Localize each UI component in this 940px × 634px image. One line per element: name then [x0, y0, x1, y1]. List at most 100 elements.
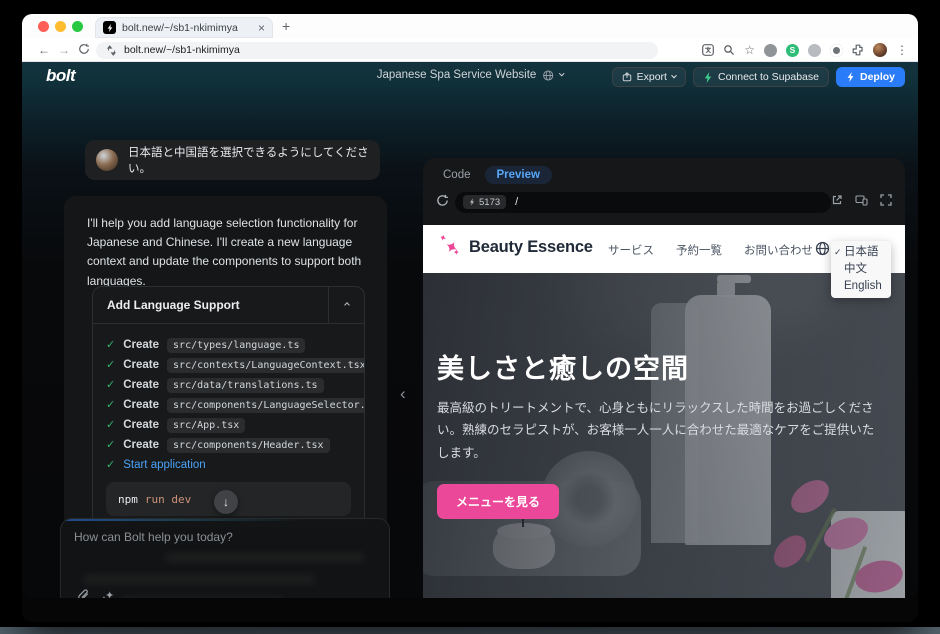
check-icon: ✓ [106, 400, 115, 411]
preview-panel: Code Preview 5173 / [423, 158, 905, 598]
bolt-logo[interactable]: bolt [46, 66, 75, 86]
settings-extension-icon[interactable] [830, 44, 843, 57]
step-row: ✓ Create src/components/LanguageSelector… [106, 395, 351, 415]
bolt-app: bolt Japanese Spa Service Website Export [22, 62, 918, 598]
bookmark-star-icon[interactable]: ☆ [744, 43, 755, 57]
desktop-wallpaper-edge [0, 627, 940, 634]
back-icon[interactable]: ← [38, 42, 50, 58]
project-title: Japanese Spa Service Website [377, 69, 537, 81]
zoom-icon[interactable] [723, 44, 735, 56]
start-application-link[interactable]: Start application [123, 459, 205, 471]
tab-close-icon[interactable]: × [258, 22, 265, 34]
device-toggle-icon[interactable] [855, 194, 868, 206]
site-nav-link[interactable]: サービス [608, 242, 654, 258]
tab-preview[interactable]: Preview [485, 166, 552, 184]
attach-link-icon[interactable] [76, 589, 90, 598]
step-action: Create [123, 339, 159, 351]
connect-supabase-button[interactable]: Connect to Supabase [693, 67, 829, 87]
collapse-panel-chevron[interactable]: ‹ [400, 384, 406, 404]
address-bar[interactable]: bolt.new/~/sb1-nkimimya [96, 42, 658, 59]
preview-path: / [515, 196, 518, 208]
reload-icon[interactable] [78, 43, 90, 55]
blurred-content [165, 553, 365, 562]
browser-tab[interactable]: bolt.new/~/sb1-nkimimya × [95, 17, 273, 38]
traffic-light-zoom[interactable] [72, 21, 83, 32]
brand-name: Beauty Essence [469, 238, 593, 257]
traffic-light-close[interactable] [38, 21, 49, 32]
extension-icon[interactable] [764, 44, 777, 57]
step-row: ✓ Create src/types/language.ts [106, 335, 351, 355]
step-file-chip[interactable]: src/App.tsx [167, 418, 245, 433]
open-external-icon[interactable] [831, 194, 843, 206]
step-action: Create [123, 399, 159, 411]
step-action: Create [123, 379, 159, 391]
language-label: 中文 [844, 263, 867, 275]
site-header: ✦ ✦ ✦ Beauty Essence サービス 予約一覧 お問い合わせ [423, 225, 905, 273]
project-title-row[interactable]: Japanese Spa Service Website [377, 69, 564, 81]
language-globe-icon[interactable] [815, 241, 830, 256]
step-file-chip[interactable]: src/types/language.ts [167, 338, 305, 353]
translate-icon[interactable] [702, 44, 714, 56]
deploy-button[interactable]: Deploy [836, 67, 905, 87]
step-file-chip[interactable]: src/components/LanguageSelector.tsx [167, 398, 365, 413]
brand-sparkle-icon: ✦ ✦ ✦ [441, 236, 465, 260]
step-row: ✓ Create src/data/translations.ts [106, 375, 351, 395]
browser-window: bolt.new/~/sb1-nkimimya × + ← → bolt.new… [22, 14, 918, 622]
extension-icon[interactable] [808, 44, 821, 57]
toolbar-icons: ☆ S ⋮ [702, 41, 908, 59]
browser-profile-avatar[interactable] [873, 43, 887, 57]
step-action: Create [123, 419, 159, 431]
export-button[interactable]: Export [612, 67, 686, 87]
scroll-to-bottom-button[interactable]: ↓ [214, 490, 238, 514]
supabase-extension-icon[interactable]: S [786, 44, 799, 57]
chat-input-card: ✦ ✦ [60, 518, 390, 598]
forward-icon[interactable]: → [58, 42, 70, 58]
check-icon: ✓ [106, 420, 115, 431]
check-icon: ✓ [106, 460, 115, 471]
new-tab-button[interactable]: + [282, 18, 290, 34]
globe-icon [542, 70, 553, 81]
assistant-message-text: I'll help you add language selection fun… [87, 214, 375, 291]
check-icon: ✓ [106, 340, 115, 351]
step-file-chip[interactable]: src/contexts/LanguageContext.tsx [167, 358, 365, 373]
site-nav-link[interactable]: お問い合わせ [744, 242, 813, 258]
hero-description: 最高級のトリートメントで、心身ともにリラックスした時間をお過ごしください。熟練の… [437, 397, 885, 464]
site-settings-icon[interactable] [106, 45, 117, 56]
connect-supabase-label: Connect to Supabase [718, 71, 819, 83]
task-card-header[interactable]: Add Language Support [93, 287, 364, 323]
tab-code[interactable]: Code [437, 169, 477, 181]
port-number: 5173 [479, 197, 500, 208]
blurred-content [83, 575, 315, 584]
tab-title: bolt.new/~/sb1-nkimimya [122, 22, 252, 34]
fullscreen-icon[interactable] [880, 194, 892, 206]
chevron-up-icon [344, 302, 350, 308]
extensions-puzzle-icon[interactable] [852, 44, 864, 56]
export-label: Export [637, 71, 667, 83]
bolt-favicon-icon [103, 21, 116, 34]
step-file-chip[interactable]: src/components/Header.tsx [167, 438, 330, 453]
language-menu-item[interactable]: ✓ English [831, 278, 891, 295]
enhance-sparkles-icon[interactable]: ✦ ✦ [103, 589, 117, 598]
step-file-chip[interactable]: src/data/translations.ts [167, 378, 324, 393]
language-menu-item[interactable]: ✓ 中文 [831, 261, 891, 278]
collapse-button[interactable] [328, 287, 364, 323]
preview-address-bar[interactable]: 5173 / [455, 192, 831, 213]
view-menu-button[interactable]: メニューを見る [437, 484, 559, 519]
browser-tab-strip: bolt.new/~/sb1-nkimimya × + [22, 14, 918, 38]
language-menu-item[interactable]: ✓ 日本語 [831, 244, 891, 261]
user-message-text: 日本語と中国語を選択できるようにしてください。 [128, 144, 369, 176]
header-actions: Export Connect to Supabase Deploy [612, 67, 905, 87]
language-menu: ✓ 日本語 ✓ 中文 ✓ [831, 241, 891, 298]
url-text: bolt.new/~/sb1-nkimimya [124, 44, 240, 56]
browser-menu-icon[interactable]: ⋮ [896, 43, 908, 57]
site-nav: サービス 予約一覧 お問い合わせ [608, 242, 813, 258]
screen: bolt.new/~/sb1-nkimimya × + ← → bolt.new… [0, 0, 940, 634]
traffic-light-minimize[interactable] [55, 21, 66, 32]
check-icon: ✓ [106, 360, 115, 371]
preview-url-row: 5173 / [423, 187, 905, 217]
preview-reload-icon[interactable] [436, 194, 449, 207]
site-nav-link[interactable]: 予約一覧 [676, 242, 722, 258]
blurred-content [121, 597, 283, 598]
hero-section: 美しさと癒しの空間 最高級のトリートメントで、心身ともにリラックスした時間をお過… [423, 273, 905, 598]
step-action: Create [123, 439, 159, 451]
